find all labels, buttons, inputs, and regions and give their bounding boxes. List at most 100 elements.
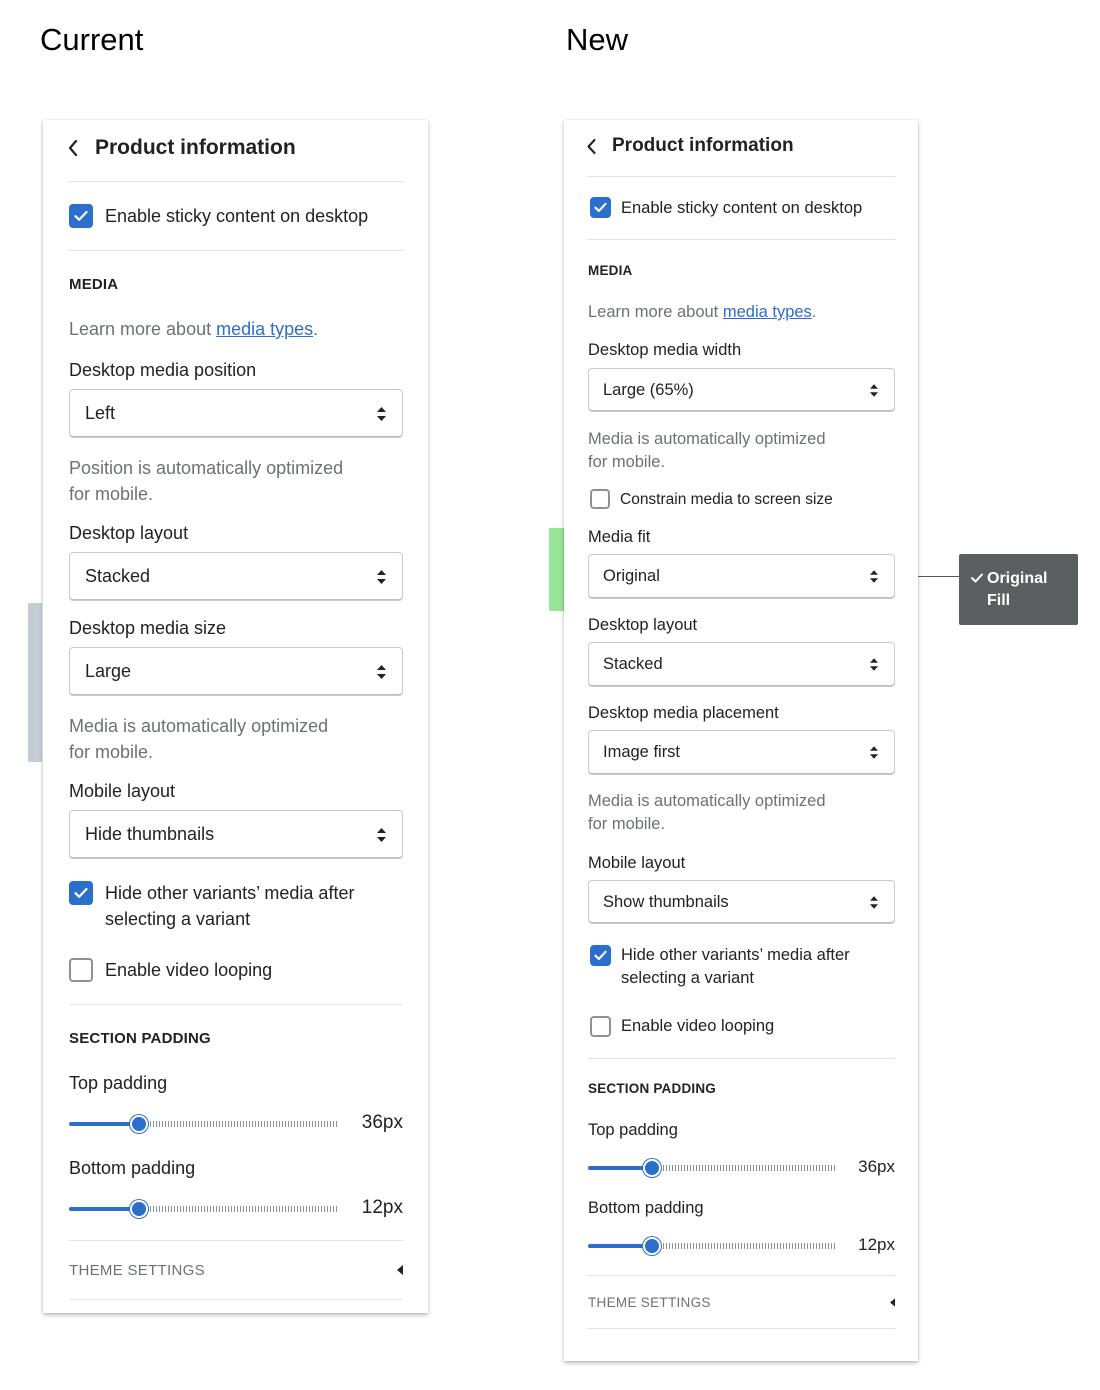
video-loop-label: Enable video looping (621, 1017, 775, 1035)
placement-help: Media is automatically optimized for mobi… (588, 792, 826, 833)
divider (588, 1328, 895, 1329)
layout-select[interactable]: Stacked (69, 552, 403, 601)
hide-variants-label: Hide other variants’ media after selectin… (621, 946, 850, 987)
checkmark-icon[interactable] (590, 945, 611, 966)
top-padding-slider[interactable] (588, 1159, 836, 1177)
chevron-left-icon[interactable] (67, 139, 79, 157)
divider (69, 181, 403, 182)
slider-track (660, 1165, 836, 1171)
top-padding-label: Top padding (588, 1121, 678, 1139)
theme-settings-label: THEME SETTINGS (69, 1261, 205, 1279)
learn-more-text: Learn more about media types. (69, 319, 319, 339)
select-arrows-icon (377, 569, 386, 584)
bottom-padding-value: 12px (361, 1197, 403, 1218)
hide-variants-checkbox[interactable]: Hide other variants’ media after selectin… (590, 944, 850, 990)
checkmark-icon[interactable] (69, 204, 93, 228)
size-select[interactable]: Large (69, 647, 403, 696)
current-highlight-marker (28, 603, 42, 762)
mobile-layout-select[interactable]: Show thumbnails (588, 880, 895, 924)
padding-heading: SECTION PADDING (69, 1030, 211, 1047)
layout-label: Desktop layout (69, 523, 189, 543)
panel-title: Product information (612, 135, 794, 156)
top-padding-slider[interactable] (69, 1115, 337, 1133)
fit-select[interactable]: Original (588, 554, 895, 599)
divider (588, 176, 895, 177)
panel-header: Product information (586, 134, 794, 158)
constrain-label: Constrain media to screen size (620, 491, 833, 508)
top-padding-value: 36px (361, 1112, 403, 1133)
select-arrows-icon (870, 895, 878, 909)
dropdown-connector (918, 576, 959, 577)
checkbox-empty-icon[interactable] (590, 489, 610, 509)
checkmark-icon[interactable] (69, 881, 93, 905)
caret-left-icon (397, 1262, 403, 1279)
video-loop-checkbox[interactable]: Enable video looping (69, 958, 272, 982)
placement-label: Desktop media placement (588, 704, 779, 722)
bottom-padding-slider[interactable] (69, 1200, 337, 1218)
caret-left-icon (890, 1295, 895, 1310)
layout-select[interactable]: Stacked (588, 642, 895, 687)
slider-fill (69, 1122, 139, 1126)
select-arrows-icon (870, 658, 878, 671)
bottom-padding-label: Bottom padding (69, 1158, 196, 1178)
select-arrows-icon (377, 664, 386, 679)
slider-track (660, 1243, 836, 1249)
sticky-checkbox[interactable]: Enable sticky content on desktop (69, 204, 368, 228)
size-help: Media is automatically optimized for mobi… (69, 716, 329, 762)
select-arrows-icon (870, 383, 878, 397)
divider (69, 1299, 403, 1300)
theme-settings-row[interactable]: THEME SETTINGS (588, 1293, 895, 1311)
constrain-checkbox[interactable]: Constrain media to screen size (590, 489, 833, 510)
learn-more-text: Learn more about media types. (588, 303, 817, 321)
panel-header: Product information (67, 136, 296, 160)
divider (588, 1058, 895, 1059)
media-heading: MEDIA (69, 276, 119, 293)
select-arrows-icon (870, 746, 878, 759)
top-padding-value: 36px (858, 1157, 895, 1176)
divider (588, 1275, 895, 1276)
divider (69, 1240, 403, 1241)
bottom-padding-label: Bottom padding (588, 1199, 704, 1217)
checkbox-empty-icon[interactable] (590, 1016, 611, 1037)
hide-variants-checkbox[interactable]: Hide other variants’ media after selectin… (69, 880, 354, 932)
bottom-padding-slider[interactable] (588, 1237, 836, 1255)
position-select[interactable]: Left (69, 389, 403, 438)
video-loop-checkbox[interactable]: Enable video looping (590, 1016, 774, 1037)
mobile-layout-select[interactable]: Hide thumbnails (69, 810, 403, 859)
current-settings-panel: Product information Enable sticky conten… (43, 120, 428, 1313)
divider (69, 250, 403, 251)
width-label: Desktop media width (588, 341, 742, 359)
placement-select[interactable]: Image first (588, 730, 895, 775)
menu-option-fill[interactable]: Fill (971, 590, 1066, 612)
media-types-link[interactable]: media types (723, 303, 812, 321)
slider-thumb[interactable] (643, 1159, 661, 1177)
new-settings-panel: Product information Enable sticky conten… (564, 120, 918, 1361)
sticky-checkbox[interactable]: Enable sticky content on desktop (590, 197, 862, 219)
slider-thumb[interactable] (130, 1115, 148, 1133)
position-label: Desktop media position (69, 360, 257, 380)
media-types-link[interactable]: media types (216, 319, 313, 339)
mobile-layout-label: Mobile layout (69, 781, 176, 801)
media-fit-options-menu: Original Fill (959, 554, 1078, 625)
size-label: Desktop media size (69, 618, 227, 638)
select-arrows-icon (377, 406, 386, 421)
media-heading: MEDIA (588, 263, 633, 278)
bottom-padding-value: 12px (858, 1235, 895, 1254)
theme-settings-row[interactable]: THEME SETTINGS (69, 1260, 403, 1280)
new-highlight-marker (549, 528, 564, 611)
layout-label: Desktop layout (588, 616, 698, 634)
width-select[interactable]: Large (65%) (588, 368, 895, 412)
new-column-title: New (566, 22, 629, 57)
menu-option-original[interactable]: Original (971, 568, 1066, 590)
hide-variants-label: Hide other variants’ media after selectin… (105, 883, 355, 929)
checkmark-icon[interactable] (590, 197, 611, 218)
sticky-label: Enable sticky content on desktop (621, 199, 863, 217)
width-help: Media is automatically optimized for mobi… (588, 430, 826, 471)
current-column-title: Current (40, 22, 144, 57)
slider-thumb[interactable] (130, 1200, 148, 1218)
chevron-left-icon[interactable] (586, 138, 597, 155)
divider (588, 239, 895, 240)
checkmark-icon (971, 568, 987, 590)
slider-thumb[interactable] (643, 1237, 661, 1255)
checkbox-empty-icon[interactable] (69, 958, 93, 982)
